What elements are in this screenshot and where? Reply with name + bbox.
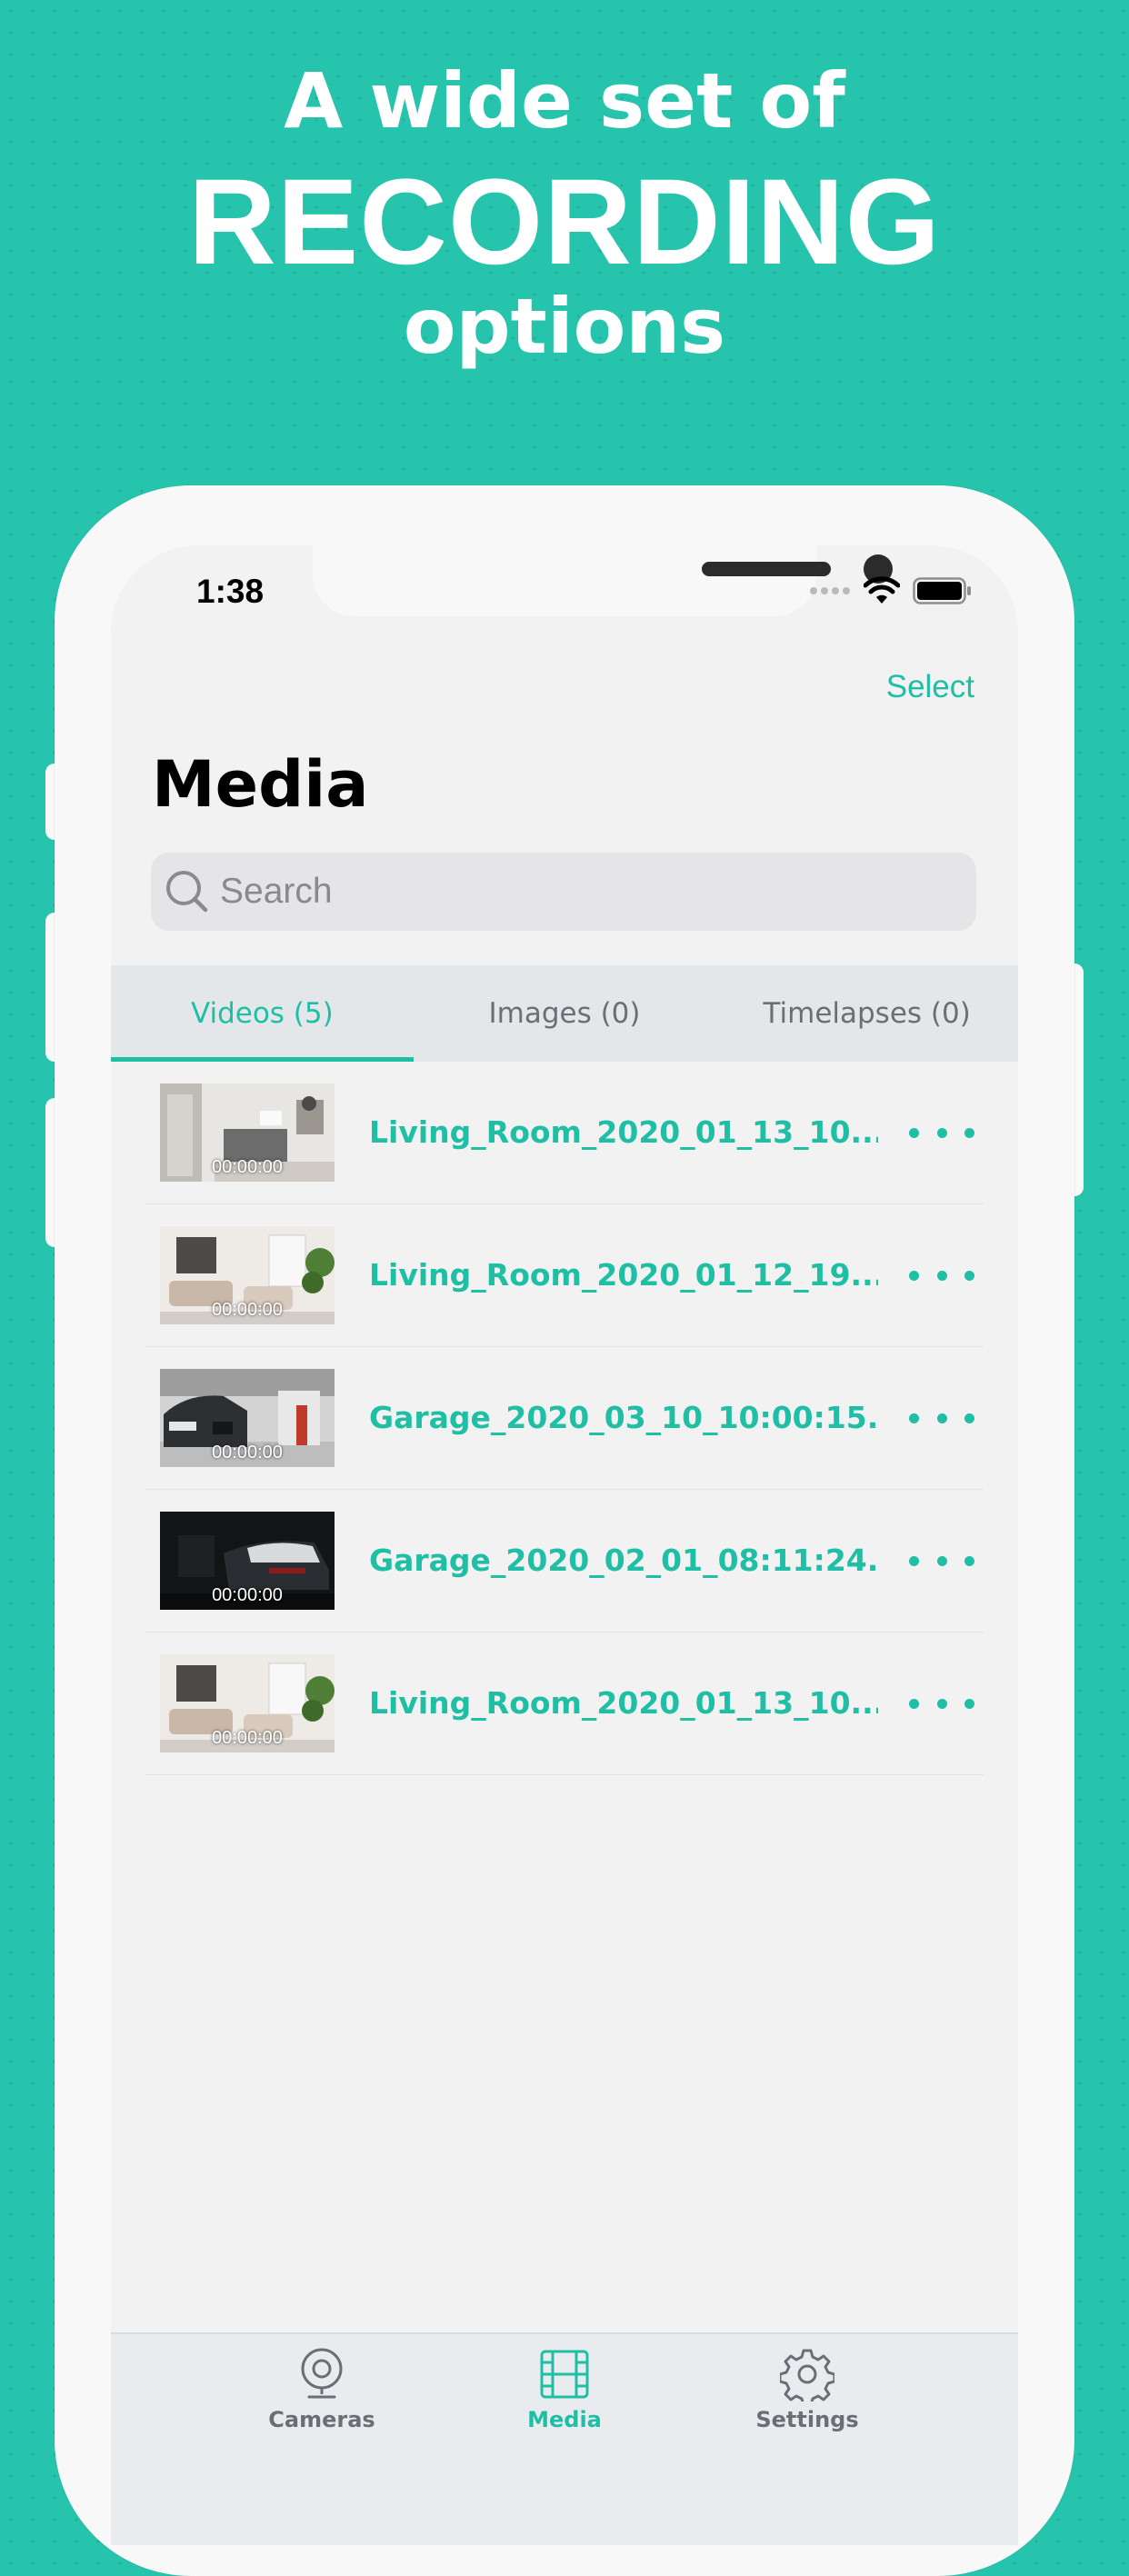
more-options-button[interactable] xyxy=(909,1543,974,1579)
status-icons xyxy=(809,574,973,607)
search-input[interactable]: Search xyxy=(220,872,333,912)
promo-line-3: options xyxy=(403,282,726,371)
dot xyxy=(936,1270,947,1281)
dot xyxy=(909,1698,919,1709)
search-bar[interactable]: Search xyxy=(151,853,976,931)
select-button[interactable]: Select xyxy=(886,669,974,705)
video-list: 00:00:00 Living_Room_2020_01_13_10... 00… xyxy=(145,1062,984,1775)
video-thumbnail[interactable]: 00:00:00 xyxy=(160,1369,335,1467)
signal-dots-icon xyxy=(810,587,850,594)
video-duration: 00:00:00 xyxy=(212,1728,283,1748)
dot xyxy=(964,1555,974,1566)
dot xyxy=(936,1127,947,1138)
tab-images[interactable]: Images (0) xyxy=(414,965,716,1062)
dot xyxy=(909,1270,919,1281)
status-time: 1:38 xyxy=(196,573,265,610)
dot xyxy=(909,1413,919,1423)
video-name[interactable]: Garage_2020_02_01_08:11:24... xyxy=(369,1490,878,1632)
dot xyxy=(964,1127,974,1138)
video-name[interactable]: Living_Room_2020_01_13_10... xyxy=(369,1632,878,1774)
more-options-button[interactable] xyxy=(909,1257,974,1293)
dot xyxy=(936,1698,947,1709)
video-thumbnail[interactable]: 00:00:00 xyxy=(160,1226,335,1324)
dot xyxy=(964,1698,974,1709)
tab-bar-cameras[interactable]: Cameras xyxy=(201,2334,444,2545)
camera-icon xyxy=(301,2348,343,2399)
video-row[interactable]: 00:00:00 Garage_2020_03_10_10:00:15... xyxy=(145,1347,984,1490)
battery-icon xyxy=(913,577,971,604)
tab-bar-settings[interactable]: Settings xyxy=(686,2334,929,2545)
video-duration: 00:00:00 xyxy=(212,1300,283,1320)
tab-bar-media[interactable]: Media xyxy=(444,2334,686,2545)
video-name[interactable]: Garage_2020_03_10_10:00:15... xyxy=(369,1347,878,1489)
video-row[interactable]: 00:00:00 Living_Room_2020_01_12_19... xyxy=(145,1204,984,1347)
video-thumbnail[interactable]: 00:00:00 xyxy=(160,1654,335,1752)
video-row[interactable]: 00:00:00 Living_Room_2020_01_13_10... xyxy=(145,1632,984,1775)
promo-line-1: A wide set of xyxy=(284,56,845,145)
promo-line-2: RECORDING xyxy=(188,155,941,290)
tab-timelapses[interactable]: Timelapses (0) xyxy=(715,965,1018,1062)
dot xyxy=(964,1413,974,1423)
video-thumbnail[interactable]: 00:00:00 xyxy=(160,1083,335,1182)
wifi-icon xyxy=(864,576,900,604)
dot xyxy=(936,1413,947,1423)
tab-bar-label: Settings xyxy=(755,2407,859,2432)
dot xyxy=(964,1270,974,1281)
more-options-button[interactable] xyxy=(909,1114,974,1151)
gear-icon xyxy=(780,2349,834,2401)
phone-notch xyxy=(313,545,893,616)
video-name[interactable]: Living_Room_2020_01_13_10... xyxy=(369,1062,878,1203)
more-options-button[interactable] xyxy=(909,1400,974,1436)
film-icon xyxy=(540,2350,589,2399)
search-icon xyxy=(166,871,208,913)
bottom-tab-bar: Cameras Media Settings xyxy=(111,2332,1018,2545)
dot xyxy=(936,1555,947,1566)
tab-bar-label: Media xyxy=(527,2407,602,2432)
tab-bar-label: Cameras xyxy=(268,2407,375,2432)
dot xyxy=(909,1127,919,1138)
video-row[interactable]: 00:00:00 Living_Room_2020_01_13_10... xyxy=(145,1062,984,1204)
segment-control: Videos (5) Images (0) Timelapses (0) xyxy=(111,965,1018,1062)
more-options-button[interactable] xyxy=(909,1685,974,1722)
video-duration: 00:00:00 xyxy=(212,1157,283,1177)
video-duration: 00:00:00 xyxy=(212,1585,283,1605)
video-thumbnail[interactable]: 00:00:00 xyxy=(160,1512,335,1610)
video-duration: 00:00:00 xyxy=(212,1443,283,1463)
dot xyxy=(909,1555,919,1566)
tab-videos[interactable]: Videos (5) xyxy=(111,965,414,1062)
page-title: Media xyxy=(152,747,369,822)
phone-screen: 1:38 Select Media Search Videos (5) Imag… xyxy=(111,545,1018,2545)
video-name[interactable]: Living_Room_2020_01_12_19... xyxy=(369,1204,878,1346)
video-row[interactable]: 00:00:00 Garage_2020_02_01_08:11:24... xyxy=(145,1490,984,1632)
